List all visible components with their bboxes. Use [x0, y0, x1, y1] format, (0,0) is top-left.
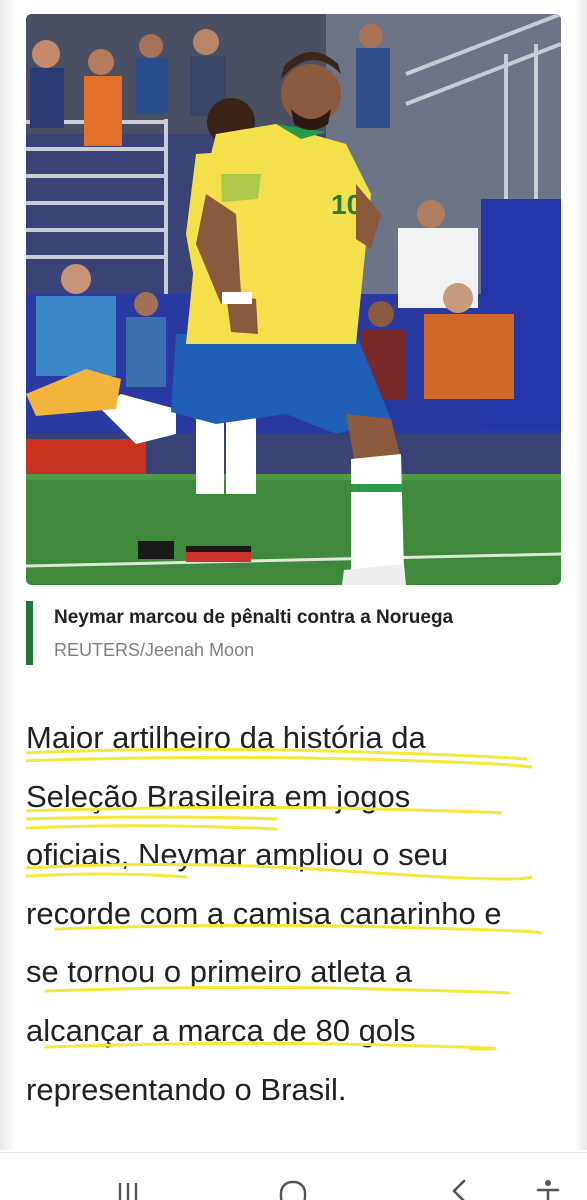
caption-credit: REUTERS/Jeenah Moon	[54, 640, 255, 660]
right-edge-shadow	[575, 0, 587, 1150]
article-line: representando o Brasil.	[26, 1071, 347, 1107]
caption-title: Neymar marcou de pênalti contra a Norueg…	[54, 607, 454, 628]
home-icon	[279, 1180, 307, 1200]
article-line: se tornou o primeiro atleta a	[26, 954, 412, 990]
article-page: 10 Neymar marcou de pênalti contra a Nor…	[0, 0, 587, 1200]
article-line: oficiais, Neymar ampliou o seu	[26, 837, 449, 873]
photo-caption: Neymar marcou de pênalti contra a Norueg…	[26, 601, 556, 665]
accessibility-icon	[536, 1180, 560, 1200]
left-edge-shadow	[0, 0, 16, 1150]
article-line: Seleção Brasileira em jogos	[26, 778, 411, 814]
home-button[interactable]	[273, 1177, 313, 1200]
system-navigation-bar	[0, 1152, 587, 1200]
article-line: alcançar a marca de 80 gols	[26, 1012, 416, 1048]
article-line: recorde com a camisa canarinho e	[26, 895, 502, 931]
article-body: Maior artilheiro da história da Seleção …	[26, 709, 571, 1119]
recent-apps-button[interactable]	[108, 1177, 148, 1200]
back-button[interactable]	[438, 1177, 478, 1200]
back-icon	[452, 1179, 466, 1200]
accessibility-button[interactable]	[528, 1177, 568, 1200]
caption-accent-bar	[26, 601, 33, 665]
recent-apps-icon	[118, 1183, 138, 1200]
article-photo[interactable]: 10	[26, 14, 561, 585]
football-player-illustration: 10	[26, 14, 561, 585]
article-line: Maior artilheiro da história da	[26, 720, 426, 755]
